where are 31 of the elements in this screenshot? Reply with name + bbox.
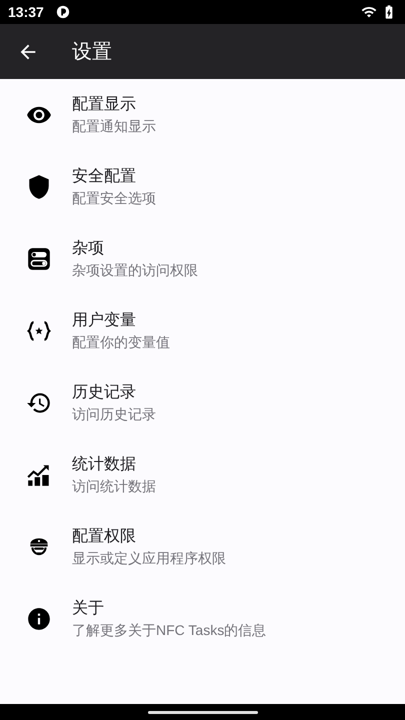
home-handle[interactable]: [148, 710, 258, 714]
settings-item[interactable]: 用户变量 配置你的变量值: [0, 295, 405, 367]
settings-item[interactable]: 配置权限 显示或定义应用程序权限: [0, 511, 405, 583]
app-notification-icon: [56, 5, 70, 19]
item-subtitle: 杂项设置的访问权限: [72, 261, 198, 280]
settings-item[interactable]: 安全配置 配置安全选项: [0, 151, 405, 223]
item-subtitle: 配置安全选项: [72, 189, 156, 208]
item-subtitle: 了解更多关于NFC Tasks的信息: [72, 621, 266, 640]
settings-item[interactable]: 配置显示 配置通知显示: [0, 79, 405, 151]
item-subtitle: 配置你的变量值: [72, 333, 170, 352]
item-subtitle: 配置通知显示: [72, 117, 156, 136]
item-subtitle: 显示或定义应用程序权限: [72, 549, 226, 568]
wifi-icon: [361, 4, 377, 20]
item-title: 历史记录: [72, 382, 137, 403]
item-title: 配置显示: [72, 95, 137, 115]
item-subtitle: 访问统计数据: [72, 477, 156, 496]
item-title: 用户变量: [72, 310, 137, 331]
app-bar-title: 设置: [72, 40, 112, 64]
item-title: 统计数据: [72, 454, 137, 475]
item-title: 安全配置: [72, 166, 137, 187]
toggle-switches-icon: [26, 246, 52, 272]
status-time: 13:37: [8, 2, 44, 22]
item-subtitle: 访问历史记录: [72, 405, 156, 424]
info-icon: [26, 606, 52, 632]
settings-item[interactable]: 杂项 杂项设置的访问权限: [0, 223, 405, 295]
settings-item[interactable]: 统计数据 访问统计数据: [0, 439, 405, 511]
item-title: 关于: [72, 598, 105, 619]
settings-item[interactable]: 历史记录 访问历史记录: [0, 367, 405, 439]
settings-item[interactable]: 关于 了解更多关于NFC Tasks的信息: [0, 583, 405, 655]
item-title: 杂项: [72, 238, 105, 259]
item-title: 配置权限: [72, 527, 137, 547]
